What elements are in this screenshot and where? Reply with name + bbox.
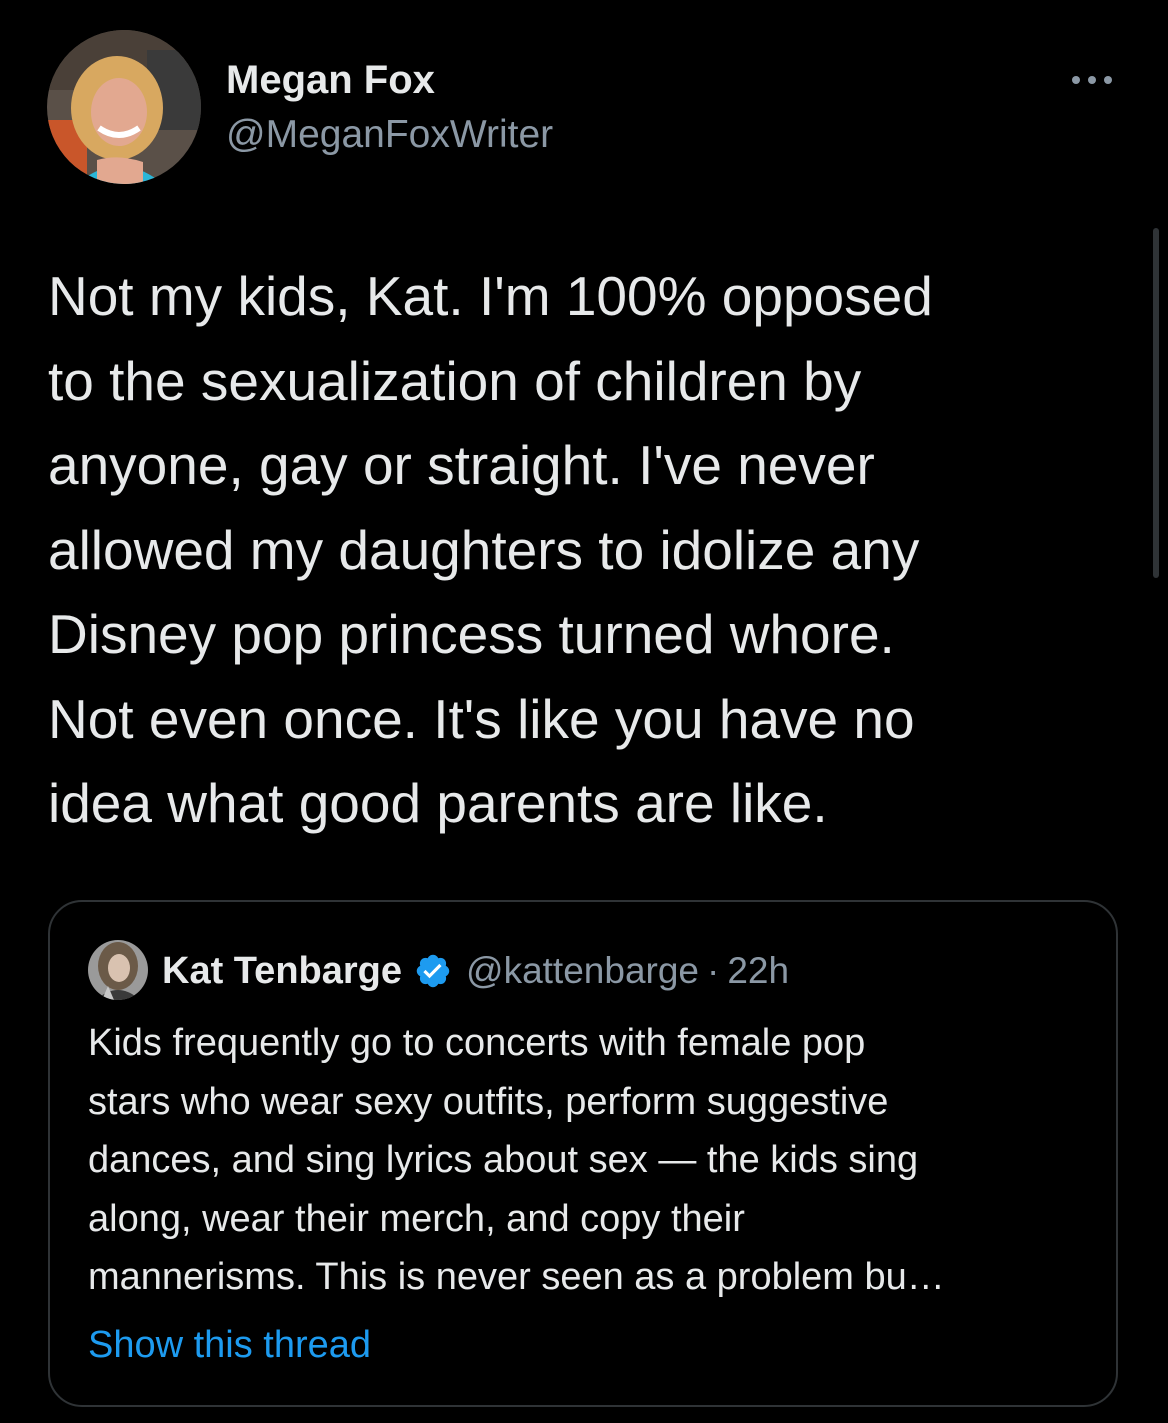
author-display-name[interactable]: Megan Fox <box>226 56 435 104</box>
quoted-text-line: dances, and sing lyrics about sex — the … <box>88 1139 919 1181</box>
quoted-tweet-timestamp[interactable]: 22h <box>727 950 789 992</box>
tweet-text-line: Not even once. It's like you have no <box>48 687 915 750</box>
quoted-tweet-header: Kat Tenbarge @kattenbarge · 22h <box>162 946 789 996</box>
quoted-text-line: Kids frequently go to concerts with fema… <box>88 1022 866 1064</box>
more-options-button[interactable] <box>1066 62 1118 98</box>
quoted-text-line: along, wear their merch, and copy their <box>88 1197 745 1240</box>
quoted-tweet-text: Kids frequently go to concerts with fema… <box>88 1014 1098 1307</box>
quoted-tweet-card[interactable]: Kat Tenbarge @kattenbarge · 22h Kids fre… <box>48 900 1118 1407</box>
quoted-text-line: mannerisms. This is never seen as a prob… <box>88 1256 945 1298</box>
more-dots-icon <box>1072 76 1112 84</box>
tweet-text-line: anyone, gay or straight. I've never <box>48 434 875 496</box>
profile-photo-icon <box>47 30 201 184</box>
show-thread-link[interactable]: Show this thread <box>88 1316 371 1374</box>
quoted-author-avatar[interactable] <box>88 940 148 1000</box>
author-handle[interactable]: @MeganFoxWriter <box>226 112 553 158</box>
tweet-text-line: allowed my daughters to idolize any <box>48 518 920 581</box>
tweet-text-line: idea what good parents are like. <box>48 772 828 834</box>
tweet-text-line: Disney pop princess turned whore. <box>48 603 895 665</box>
profile-photo-icon <box>88 940 148 1000</box>
tweet: Megan Fox @MeganFoxWriter Not my kids, K… <box>0 0 1168 1423</box>
verified-badge-icon <box>416 954 450 988</box>
quoted-author-handle[interactable]: @kattenbarge <box>466 950 699 992</box>
tweet-text-line: to the sexualization of children by <box>48 349 862 412</box>
author-avatar[interactable] <box>47 30 201 184</box>
tweet-text-line: Not my kids, Kat. I'm 100% opposed <box>48 265 933 327</box>
tweet-text: Not my kids, Kat. I'm 100% opposed to th… <box>48 254 1118 846</box>
quoted-author-display-name[interactable]: Kat Tenbarge <box>162 950 402 993</box>
quoted-text-line: stars who wear sexy outfits, perform sug… <box>88 1080 889 1123</box>
scrollbar[interactable] <box>1153 228 1159 578</box>
header-separator: · <box>707 950 720 991</box>
